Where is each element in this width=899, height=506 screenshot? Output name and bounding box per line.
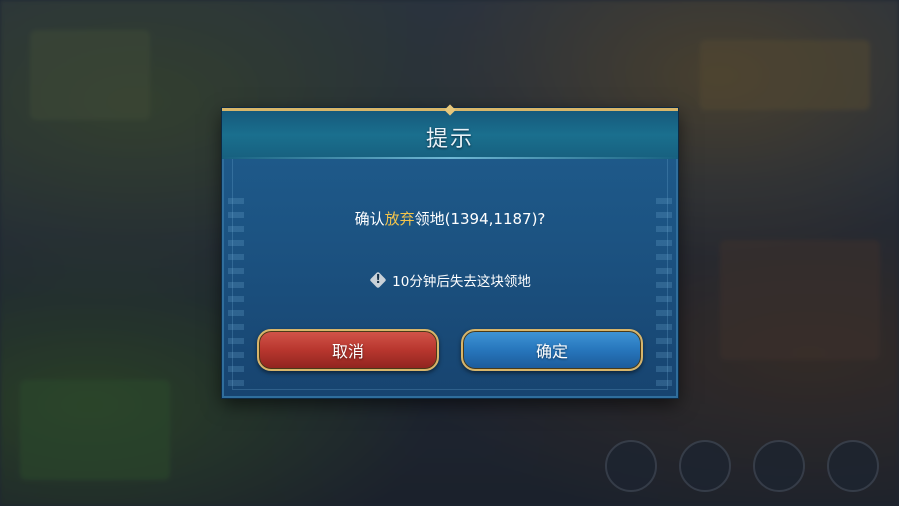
cancel-button[interactable]: 取消 xyxy=(257,329,439,371)
dialog-header: 提示 xyxy=(222,104,678,159)
confirm-button[interactable]: 确定 xyxy=(461,329,643,371)
question-prefix: 确认 xyxy=(354,210,385,228)
skill-slots xyxy=(605,440,879,492)
confirm-button-label: 确定 xyxy=(535,342,568,361)
question-suffix: 领地(1394,1187)? xyxy=(414,210,546,228)
skill-slot xyxy=(753,440,805,492)
dialog-title: 提示 xyxy=(425,127,474,152)
skill-slot xyxy=(605,440,657,492)
notice-text: 10分钟后失去这块领地 xyxy=(392,274,531,290)
notice-line: ! 10分钟后失去这块领地 xyxy=(222,270,678,290)
skill-slot xyxy=(827,440,879,492)
warning-icon: ! xyxy=(369,271,387,289)
cancel-button-label: 取消 xyxy=(331,342,364,361)
skill-slot xyxy=(679,440,731,492)
confirm-question: 确认放弃领地(1394,1187)? xyxy=(222,208,678,229)
question-highlight: 放弃 xyxy=(384,210,415,228)
confirm-dialog: 提示 确认放弃领地(1394,1187)? ! 10分钟后失去这块领地 取消 确… xyxy=(222,104,678,398)
